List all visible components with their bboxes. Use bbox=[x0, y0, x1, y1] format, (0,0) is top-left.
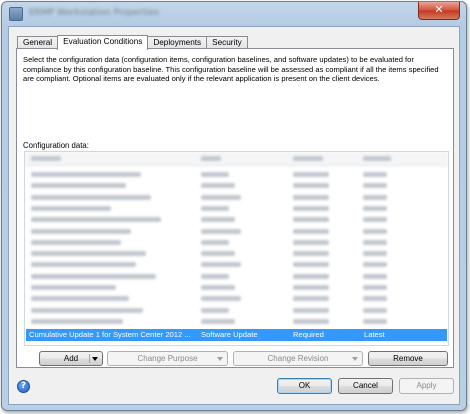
redacted-row bbox=[25, 271, 448, 282]
change-revision-label: Change Revision bbox=[267, 354, 329, 363]
remove-button[interactable]: Remove bbox=[368, 351, 448, 366]
redacted-row bbox=[25, 282, 448, 293]
redacted-row bbox=[25, 169, 448, 180]
item-revision: Latest bbox=[364, 330, 385, 339]
split-divider bbox=[89, 354, 90, 363]
properties-window: ERMP Workstation Properties ✕ General Ev… bbox=[1, 1, 467, 411]
change-revision-button[interactable]: Change Revision bbox=[233, 351, 363, 366]
configuration-data-label: Configuration data: bbox=[23, 141, 89, 150]
add-button-label: Add bbox=[63, 354, 79, 363]
redacted-row bbox=[25, 192, 448, 203]
item-purpose: Required bbox=[293, 330, 324, 339]
dialog-client: General Evaluation Conditions Deployment… bbox=[8, 26, 460, 405]
redacted-list-content bbox=[25, 152, 448, 328]
title-bar[interactable]: ERMP Workstation Properties ✕ bbox=[2, 2, 466, 26]
change-purpose-label: Change Purpose bbox=[137, 354, 198, 363]
tab-evaluation-conditions[interactable]: Evaluation Conditions bbox=[57, 35, 149, 50]
help-icon[interactable]: ? bbox=[17, 380, 30, 393]
app-icon bbox=[9, 7, 23, 21]
redacted-row bbox=[25, 214, 448, 225]
chevron-down-icon bbox=[92, 357, 98, 361]
add-button[interactable]: Add bbox=[39, 351, 103, 366]
redacted-row bbox=[25, 180, 448, 191]
chevron-down-icon bbox=[352, 357, 358, 361]
redacted-row bbox=[25, 203, 448, 214]
redacted-row bbox=[25, 316, 448, 327]
change-purpose-button[interactable]: Change Purpose bbox=[107, 351, 228, 366]
close-button[interactable]: ✕ bbox=[418, 2, 460, 20]
item-type: Software Update bbox=[201, 330, 258, 339]
redacted-row bbox=[25, 259, 448, 270]
apply-button[interactable]: Apply bbox=[399, 378, 454, 394]
list-header bbox=[25, 152, 448, 166]
redacted-row bbox=[25, 248, 448, 259]
list-item-selected[interactable]: Cumulative Update 1 for System Center 20… bbox=[26, 329, 447, 341]
redacted-row bbox=[25, 226, 448, 237]
configuration-data-list[interactable]: Cumulative Update 1 for System Center 20… bbox=[24, 151, 449, 346]
redacted-row bbox=[25, 305, 448, 316]
window-title: ERMP Workstation Properties bbox=[29, 8, 160, 18]
description-text: Select the configuration data (configura… bbox=[23, 55, 439, 83]
redacted-row bbox=[25, 293, 448, 304]
chevron-down-icon bbox=[217, 357, 223, 361]
item-name: Cumulative Update 1 for System Center 20… bbox=[29, 330, 191, 339]
tab-strip: General Evaluation Conditions Deployment… bbox=[17, 35, 248, 50]
ok-button[interactable]: OK bbox=[277, 378, 332, 394]
redacted-row bbox=[25, 237, 448, 248]
cancel-button[interactable]: Cancel bbox=[338, 378, 393, 394]
dialog-footer: ? OK Cancel Apply bbox=[9, 372, 459, 402]
list-actions: Add Change Purpose Change Revision Remov… bbox=[17, 351, 453, 367]
tab-panel: Select the configuration data (configura… bbox=[16, 48, 454, 368]
